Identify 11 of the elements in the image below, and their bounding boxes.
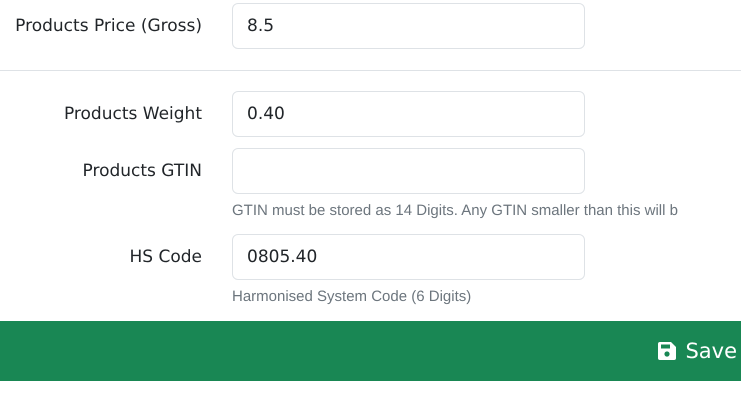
input-field[interactable] [232, 148, 585, 194]
save-button[interactable]: Save [657, 338, 741, 362]
input-field[interactable]: 0805.40 [232, 234, 585, 280]
help-text: GTIN must be stored as 14 Digits. Any GTIN smaller than this will b [232, 201, 678, 221]
help-text: Harmonised System Code (6 Digits) [232, 287, 472, 308]
field-label: Products Weight [62, 103, 202, 126]
field-label: Products GTIN [82, 160, 202, 183]
input-field[interactable]: 0.40 [232, 91, 585, 137]
field-label: HS Code [128, 246, 202, 270]
field-label: Products Price (Gross) [14, 15, 202, 38]
input-field[interactable]: 8.5 [232, 3, 585, 49]
